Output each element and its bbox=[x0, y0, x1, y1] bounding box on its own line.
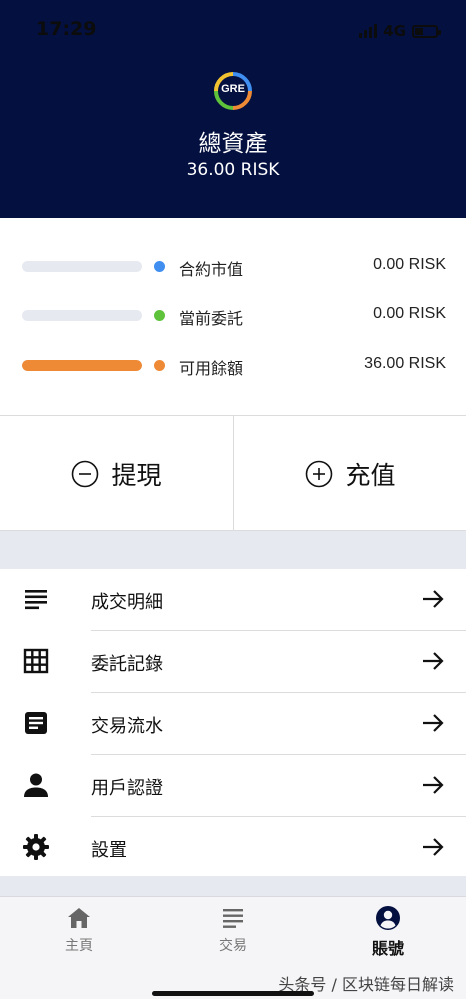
app-logo: GRE bbox=[213, 71, 253, 111]
list-lines-icon bbox=[25, 590, 47, 610]
document-icon bbox=[25, 712, 47, 734]
person-icon bbox=[24, 773, 48, 797]
breakdown-value: 0.00 RISK bbox=[373, 256, 446, 273]
status-indicators: 4G bbox=[359, 22, 441, 40]
breakdown-row-contract: 合約市值 0.00 RISK bbox=[0, 252, 466, 282]
tab-label: 主頁 bbox=[65, 938, 93, 954]
menu-item-label: 交易流水 bbox=[91, 716, 163, 737]
legend-dot bbox=[154, 360, 165, 371]
tab-account[interactable]: 賬號 bbox=[328, 905, 448, 965]
tab-label: 交易 bbox=[219, 938, 247, 954]
deposit-label: 充值 bbox=[345, 461, 396, 490]
arrow-right-icon bbox=[423, 590, 444, 608]
menu-item-label: 委託記錄 bbox=[91, 654, 163, 675]
status-time: 17:29 bbox=[36, 18, 97, 40]
signal-icon bbox=[359, 24, 378, 38]
menu-item-transaction-log[interactable]: 交易流水 bbox=[0, 693, 466, 755]
tab-label: 賬號 bbox=[371, 939, 404, 958]
home-indicator bbox=[152, 991, 314, 996]
withdraw-button[interactable]: 提現 bbox=[0, 416, 233, 532]
menu-item-label: 設置 bbox=[91, 840, 127, 861]
section-spacer bbox=[0, 531, 466, 569]
breakdown-row-available: 可用餘額 36.00 RISK bbox=[0, 351, 466, 381]
home-icon bbox=[68, 908, 90, 928]
total-assets-value: 36.00 RISK bbox=[186, 160, 280, 180]
minus-circle-icon bbox=[72, 460, 99, 488]
logo-text: GRE bbox=[221, 83, 245, 95]
menu-item-settings[interactable]: 設置 bbox=[0, 817, 466, 879]
arrow-right-icon bbox=[423, 714, 444, 732]
breakdown-value: 36.00 RISK bbox=[364, 355, 446, 372]
gear-icon bbox=[23, 834, 49, 860]
progress-bar bbox=[22, 310, 142, 321]
menu-item-trade-details[interactable]: 成交明細 bbox=[0, 569, 466, 631]
action-area: 提現 充值 bbox=[0, 415, 466, 532]
breakdown-label: 合約市值 bbox=[179, 260, 244, 279]
breakdown-row-orders: 當前委託 0.00 RISK bbox=[0, 301, 466, 331]
plus-circle-icon bbox=[306, 460, 333, 488]
deposit-button[interactable]: 充值 bbox=[234, 416, 466, 532]
legend-dot bbox=[154, 261, 165, 272]
list-lines-icon bbox=[223, 909, 243, 928]
network-label: 4G bbox=[383, 22, 406, 40]
account-icon bbox=[376, 906, 400, 930]
grid-icon bbox=[23, 648, 49, 674]
status-bar: 17:29 4G bbox=[0, 0, 466, 58]
page-title: 總資產 bbox=[198, 131, 268, 157]
breakdown-value: 0.00 RISK bbox=[373, 305, 446, 322]
battery-icon bbox=[412, 24, 441, 38]
arrow-right-icon bbox=[423, 776, 444, 794]
tab-trade[interactable]: 交易 bbox=[173, 905, 293, 965]
menu-item-label: 成交明細 bbox=[91, 592, 163, 613]
progress-bar bbox=[22, 261, 142, 272]
arrow-right-icon bbox=[423, 838, 444, 856]
progress-bar bbox=[22, 360, 142, 371]
menu-item-order-history[interactable]: 委託記錄 bbox=[0, 631, 466, 693]
arrow-right-icon bbox=[423, 652, 444, 670]
menu-item-label: 用戶認證 bbox=[91, 778, 163, 799]
withdraw-label: 提現 bbox=[111, 461, 162, 490]
legend-dot bbox=[154, 310, 165, 321]
tab-home[interactable]: 主頁 bbox=[19, 905, 139, 965]
header-banner: 17:29 4G GRE 總資產 36.00 RISK bbox=[0, 0, 466, 218]
menu-item-verification[interactable]: 用戶認證 bbox=[0, 755, 466, 817]
breakdown-label: 可用餘額 bbox=[179, 359, 244, 378]
section-spacer bbox=[0, 876, 466, 896]
breakdown-label: 當前委託 bbox=[179, 309, 244, 328]
